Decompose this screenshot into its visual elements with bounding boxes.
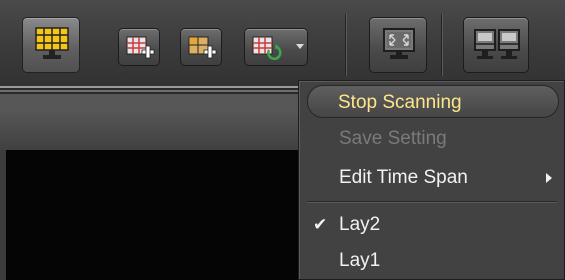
scan-context-menu: Stop Scanning Save Setting Edit Time Spa… — [298, 80, 565, 280]
toolbar — [0, 0, 565, 86]
chevron-right-icon — [546, 173, 552, 183]
add-layout-alt-button[interactable] — [180, 28, 222, 66]
menu-item-label: Lay1 — [339, 250, 381, 271]
menu-item-label: Lay2 — [339, 214, 381, 235]
menu-item-label: Save Setting — [339, 128, 447, 149]
menu-item-lay1[interactable]: Lay1 — [299, 244, 564, 277]
toolbar-divider — [441, 14, 443, 76]
menu-item-lay2[interactable]: ✔ Lay2 — [299, 208, 564, 241]
layout-grid-icon — [32, 25, 72, 65]
fullscreen-monitor-icon — [379, 25, 419, 65]
add-layout-alt-icon — [187, 34, 217, 62]
menu-item-save-setting: Save Setting — [299, 122, 564, 155]
menu-divider — [307, 201, 557, 203]
checkmark-icon: ✔ — [313, 215, 328, 234]
menu-item-stop-scanning[interactable]: Stop Scanning — [307, 85, 559, 118]
toolbar-divider — [345, 14, 347, 76]
menu-item-edit-time-span[interactable]: Edit Time Span — [299, 161, 564, 194]
dual-monitor-icon — [472, 26, 522, 66]
menu-item-label: Edit Time Span — [339, 167, 468, 188]
layout-grid-button[interactable] — [22, 17, 80, 73]
menu-item-label: Stop Scanning — [338, 92, 462, 113]
layout-scan-icon — [251, 34, 283, 62]
add-layout-button[interactable] — [118, 28, 160, 66]
fullscreen-button[interactable] — [369, 17, 427, 73]
add-layout-icon — [125, 34, 155, 62]
dual-monitor-button[interactable] — [463, 17, 529, 73]
chevron-down-icon[interactable] — [296, 44, 304, 49]
